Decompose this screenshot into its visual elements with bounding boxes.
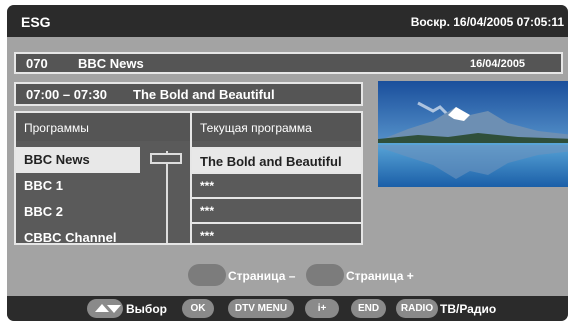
esg-screen: ESG Воскр. 16/04/2005 07:05:11 070 BBC N… xyxy=(7,5,568,321)
up-down-arrows-icon xyxy=(95,304,121,313)
page-next-button[interactable] xyxy=(306,264,344,286)
scrollbar-track[interactable] xyxy=(166,151,168,243)
landscape-preview-image xyxy=(378,81,568,187)
channel-row-cbbc-channel[interactable]: CBBC Channel xyxy=(16,225,190,245)
current-program-cell[interactable]: *** xyxy=(192,222,361,243)
program-title: The Bold and Beautiful xyxy=(133,87,275,102)
current-program-cell[interactable]: *** xyxy=(192,172,361,197)
scrollbar-handle[interactable] xyxy=(150,153,182,164)
programs-column-header: Программы xyxy=(16,113,190,141)
program-info-bar: 07:00 – 07:30 The Bold and Beautiful xyxy=(14,82,363,106)
up-down-arrows-key[interactable] xyxy=(87,299,123,318)
current-program-column-header: Текущая программа xyxy=(192,113,361,141)
channel-row-bbc-news[interactable]: BBC News xyxy=(16,147,140,173)
channel-date: 16/04/2005 xyxy=(470,58,526,70)
page-prev-button[interactable] xyxy=(188,264,226,286)
channel-name: BBC News xyxy=(78,56,144,71)
channel-row-bbc-1[interactable]: BBC 1 xyxy=(16,173,190,199)
page-prev-label: Страница – xyxy=(228,269,296,283)
channel-row-bbc-2[interactable]: BBC 2 xyxy=(16,199,190,225)
video-preview xyxy=(378,81,568,187)
ok-button[interactable]: OK xyxy=(182,299,214,318)
page-next-label: Страница + xyxy=(346,269,414,283)
app-title: ESG xyxy=(21,14,51,30)
radio-button[interactable]: RADIO xyxy=(396,299,438,318)
current-program-cell[interactable]: The Bold and Beautiful xyxy=(192,147,361,172)
current-program-cell[interactable]: *** xyxy=(192,197,361,222)
dtv-menu-button[interactable]: DTV MENU xyxy=(228,299,294,318)
header-bar: ESG Воскр. 16/04/2005 07:05:11 xyxy=(7,5,568,37)
select-label: Выбор xyxy=(126,302,167,316)
footer-key-bar: Выбор OK DTV MENU i+ END RADIO ТВ/Радио xyxy=(7,296,568,321)
program-grid: Программы Текущая программа BBC News BBC… xyxy=(14,111,363,245)
current-datetime: Воскр. 16/04/2005 07:05:11 xyxy=(410,15,564,29)
selected-channel-bar: 070 BBC News 16/04/2005 xyxy=(14,52,563,74)
end-button[interactable]: END xyxy=(351,299,386,318)
info-button[interactable]: i+ xyxy=(305,299,339,318)
program-time: 07:00 – 07:30 xyxy=(26,87,107,102)
tv-radio-label: ТВ/Радио xyxy=(440,302,497,316)
channel-number: 070 xyxy=(26,56,48,71)
